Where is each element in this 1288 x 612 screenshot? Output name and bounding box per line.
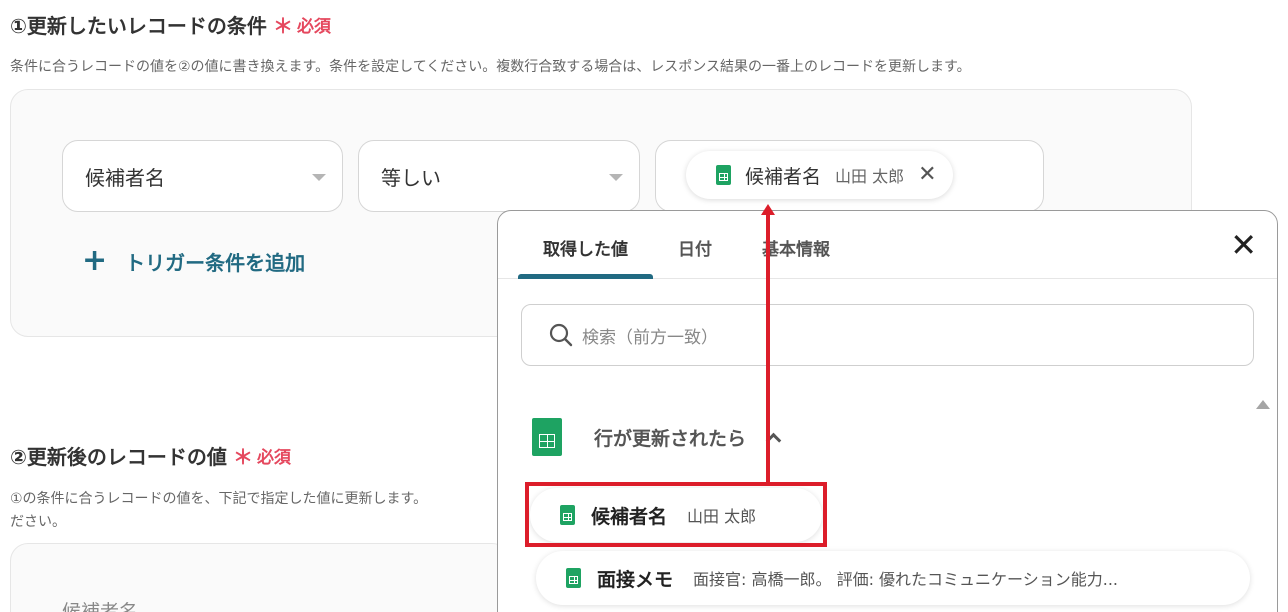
- field-select[interactable]: 候補者名: [62, 140, 343, 212]
- required-badge: 必須: [296, 17, 331, 37]
- operator-select[interactable]: 等しい: [358, 140, 640, 212]
- section1-title-text: ①更新したいレコードの条件: [10, 14, 267, 38]
- close-icon[interactable]: ✕: [1230, 229, 1257, 261]
- search-input[interactable]: 検索（前方一致）: [521, 304, 1254, 366]
- annotation-highlight-box: [525, 482, 827, 547]
- plus-icon: +: [82, 243, 108, 278]
- caret-down-icon: [312, 174, 326, 181]
- item-value: 面接官: 高橋一郎。 評価: 優れたコミュニケーション能力...: [693, 570, 1118, 589]
- tab-basic-info[interactable]: 基本情報: [737, 211, 855, 278]
- section2-description-line2: ださい。: [10, 514, 66, 530]
- value-chip-label: 候補者名: [745, 165, 822, 188]
- section1-description: 条件に合うレコードの値を②の値に書き換えます。条件を設定してください。複数行合致…: [10, 59, 971, 75]
- caret-down-icon: [609, 174, 623, 181]
- spreadsheet-icon: [716, 165, 731, 185]
- search-icon: [549, 323, 573, 347]
- item-label: 面接メモ: [597, 568, 674, 591]
- arrow-up-icon: [761, 204, 775, 215]
- add-condition-label: トリガー条件を追加: [125, 250, 306, 275]
- tab-date[interactable]: 日付: [653, 211, 737, 278]
- scroll-up-icon[interactable]: [1256, 400, 1270, 409]
- required-star-icon: ＊: [232, 445, 253, 469]
- search-placeholder: 検索（前方一致）: [582, 327, 718, 348]
- required-badge: 必須: [256, 448, 291, 468]
- section2-description-line1: ①の条件に合うレコードの値を、下記で指定した値に更新します。: [10, 491, 428, 507]
- operator-select-value: 等しい: [381, 165, 441, 190]
- value-chip[interactable]: 候補者名 山田 太郎 ✕: [686, 151, 953, 199]
- spreadsheet-icon: [566, 568, 581, 588]
- add-condition-button[interactable]: + トリガー条件を追加: [82, 246, 305, 276]
- annotation-arrow-line: [766, 214, 770, 482]
- spreadsheet-icon: [532, 418, 562, 456]
- group-label: 行が更新されたら: [594, 427, 747, 450]
- section1-title: ①更新したいレコードの条件 ＊ 必須: [10, 10, 331, 39]
- value-picker-popup: 取得した値 日付 基本情報 ✕ 検索（前方一致） 行が更新されたら 候補者名 山…: [497, 210, 1278, 612]
- list-item[interactable]: 面接メモ 面接官: 高橋一郎。 評価: 優れたコミュニケーション能力...: [536, 551, 1250, 605]
- popup-tabs: 取得した値 日付 基本情報 ✕: [498, 211, 1277, 279]
- group-header[interactable]: 行が更新されたら: [532, 418, 782, 456]
- tab-acquired-values[interactable]: 取得した値: [518, 211, 653, 279]
- value-chip-value: 山田 太郎: [835, 167, 905, 186]
- field-label-partial: 候補者名: [62, 601, 139, 612]
- close-icon[interactable]: ✕: [918, 164, 936, 186]
- field-select-value: 候補者名: [85, 165, 165, 190]
- section2-title-text: ②更新後のレコードの値: [10, 445, 227, 469]
- section2-title: ②更新後のレコードの値 ＊ 必須: [10, 441, 291, 470]
- required-star-icon: ＊: [272, 14, 293, 38]
